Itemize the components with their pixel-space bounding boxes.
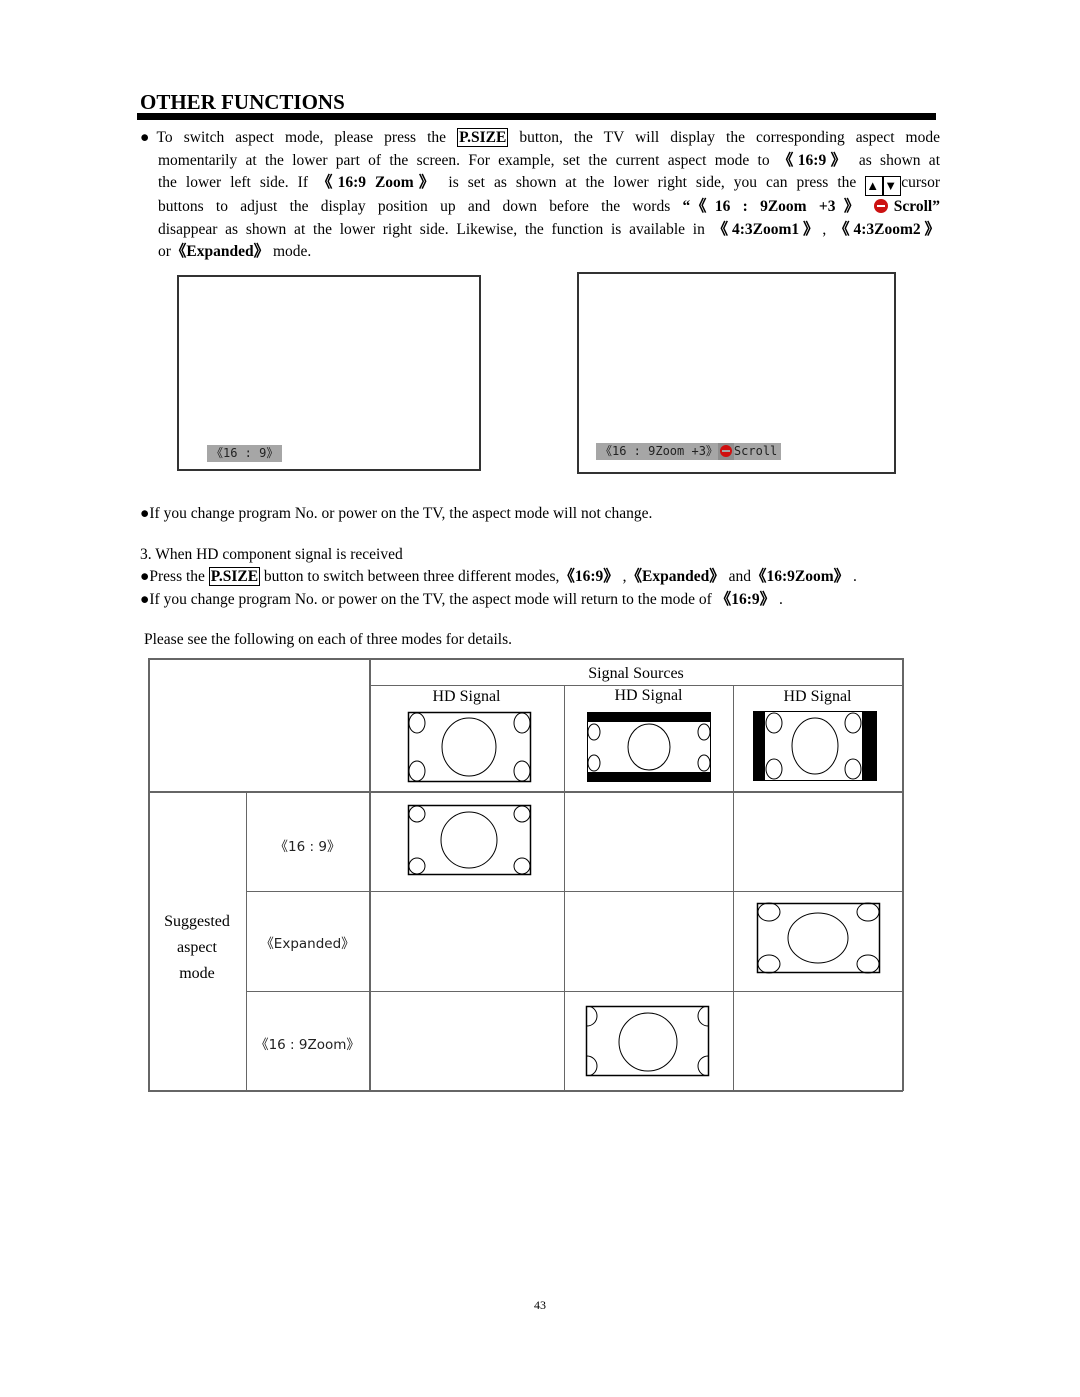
col-header-hd-3: HD Signal (783, 688, 852, 705)
row-group-label: Suggested aspect mode (164, 913, 230, 982)
mode-label-169: 《16 : 9》 (274, 839, 341, 855)
mode-label-expanded: 《Expanded》 (260, 936, 355, 952)
result-picture-expanded (756, 902, 881, 974)
table-border-bottom (148, 1090, 903, 1092)
picture-area (765, 712, 862, 780)
col-divider-2 (564, 685, 565, 1091)
header-divider (369, 685, 903, 686)
result-picture-169 (407, 804, 532, 876)
result-picture-169zoom (585, 1005, 710, 1077)
picture-frame (756, 902, 881, 974)
picture-pillarbox (753, 711, 877, 781)
row-divider-header (148, 791, 903, 793)
picture-frame (585, 1005, 710, 1077)
col-divider-main (369, 658, 371, 1091)
picture-area (588, 722, 710, 772)
table-border-left (148, 658, 150, 1091)
picture-full-16x9 (407, 711, 532, 783)
page-number: 43 (534, 1298, 546, 1312)
mode-label-169zoom: 《16 : 9Zoom》 (255, 1037, 360, 1053)
picture-frame (407, 711, 532, 783)
col-header-hd-2: HD Signal (614, 687, 683, 704)
col-header-hd-1: HD Signal (432, 688, 501, 705)
table-border-top (148, 658, 903, 660)
picture-frame (407, 804, 532, 876)
col-divider-3 (733, 685, 734, 1091)
signal-sources-header: Signal Sources (588, 665, 684, 682)
row-divider-2 (246, 991, 903, 992)
aspect-mode-table: Signal Sources HD Signal HD Signal HD Si… (0, 0, 1080, 1397)
picture-letterbox (587, 712, 711, 782)
row-divider-1 (246, 891, 903, 892)
table-border-right (902, 658, 904, 1091)
